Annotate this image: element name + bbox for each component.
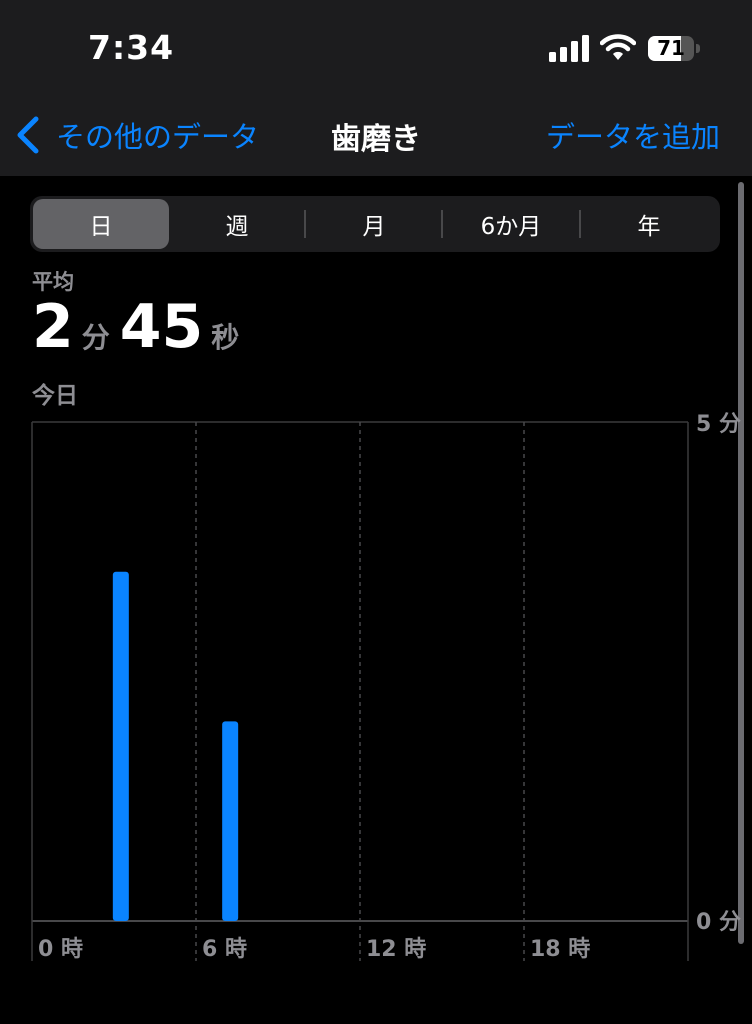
segment-day[interactable]: 日 xyxy=(33,199,169,249)
average-minutes: 2 xyxy=(32,292,74,362)
segment-week[interactable]: 週 xyxy=(169,199,305,249)
status-time: 7:34 xyxy=(88,28,175,67)
wifi-icon xyxy=(600,34,636,60)
minutes-unit: 分 xyxy=(81,321,110,354)
chart-bar xyxy=(222,721,239,921)
average-seconds: 45 xyxy=(119,292,204,362)
time-range-segmented-control: 日 週 月 6か月 年 xyxy=(30,196,720,252)
toothbrushing-bar-chart: 0 時 6 時 12 時 18 時 5 分 0 分 xyxy=(31,412,741,962)
date-label: 今日 xyxy=(32,383,78,409)
chart-y-tick-label: 5 分 xyxy=(696,412,741,437)
chart-bar xyxy=(112,571,129,921)
segment-6-months[interactable]: 6か月 xyxy=(443,199,579,249)
chart-x-tick-label: 12 時 xyxy=(366,937,426,962)
seconds-unit: 秒 xyxy=(211,321,240,354)
chart-x-tick-label: 0 時 xyxy=(38,937,83,962)
navigation-bar: その他のデータ 歯磨き データを追加 xyxy=(0,100,752,176)
segment-year[interactable]: 年 xyxy=(581,199,717,249)
cellular-signal-icon xyxy=(549,35,589,62)
chart-x-tick-label: 6 時 xyxy=(202,937,247,962)
status-bar: 7:34 71 xyxy=(0,0,752,100)
segment-month[interactable]: 月 xyxy=(306,199,442,249)
add-data-button[interactable]: データを追加 xyxy=(546,114,720,156)
average-value: 2 分 45 秒 xyxy=(32,292,249,362)
chart-y-tick-label: 0 分 xyxy=(696,910,741,935)
battery-icon: 71 xyxy=(648,36,700,61)
battery-percent: 71 xyxy=(657,36,685,60)
chart-x-tick-label: 18 時 xyxy=(530,937,590,962)
main-content: 日 週 月 6か月 年 平均 2 分 45 秒 今日 0 時6 時 12 時 18 … xyxy=(0,176,752,984)
